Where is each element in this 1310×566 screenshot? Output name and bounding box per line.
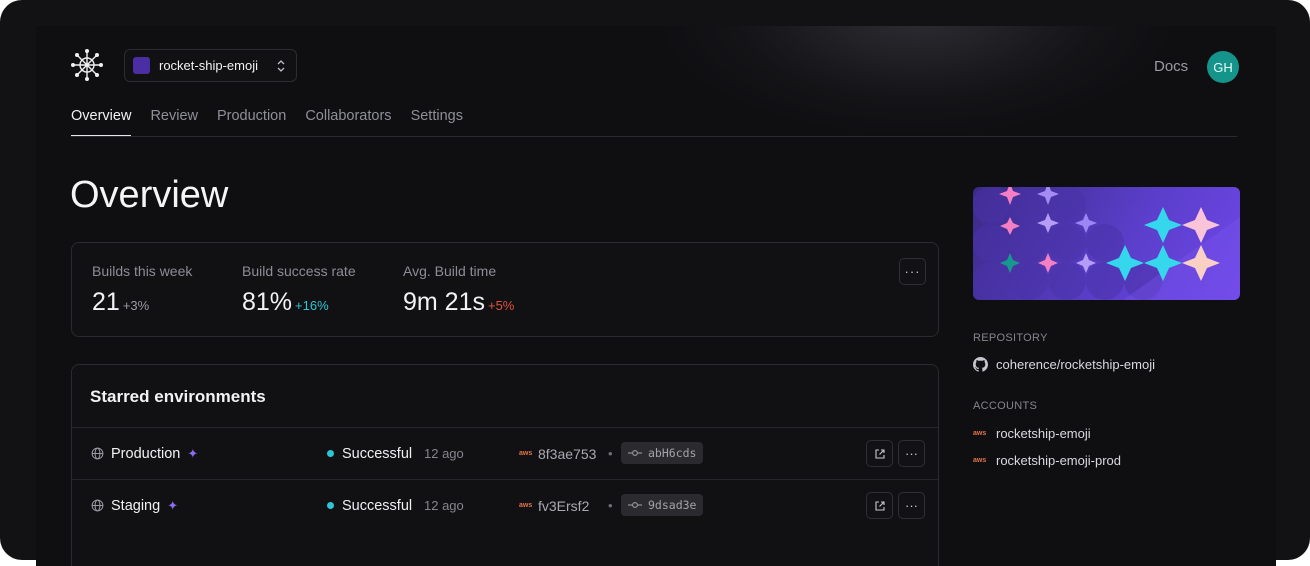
stat-number: 21 bbox=[92, 288, 120, 316]
repository-label: REPOSITORY bbox=[973, 332, 1048, 344]
environment-name-text: Staging bbox=[111, 497, 161, 514]
commit-id[interactable]: fv3Ersf2 bbox=[538, 480, 589, 531]
project-color-swatch bbox=[133, 57, 150, 74]
app-screen: rocket-ship-emoji Docs GH Overview Revie… bbox=[36, 26, 1276, 566]
tab-overview[interactable]: Overview bbox=[71, 108, 132, 136]
stat-label: Builds this week bbox=[92, 263, 193, 279]
stat-value: 81% +16% bbox=[242, 288, 356, 317]
stat-delta: +16% bbox=[295, 298, 329, 313]
tab-production[interactable]: Production bbox=[217, 108, 286, 136]
aws-icon: aws bbox=[973, 430, 987, 437]
aws-icon: aws bbox=[519, 502, 533, 509]
environment-name[interactable]: Production ✦ bbox=[111, 428, 198, 479]
stat-delta: +5% bbox=[487, 298, 515, 313]
commit-id[interactable]: 8f3ae753 bbox=[538, 428, 596, 479]
more-icon: ··· bbox=[905, 498, 918, 513]
status-dot bbox=[327, 428, 334, 479]
globe-icon bbox=[91, 428, 105, 479]
aws-icon: aws bbox=[973, 457, 987, 464]
stat-builds-this-week: Builds this week 21 +3% bbox=[92, 263, 192, 317]
aws-icon: aws bbox=[519, 450, 533, 457]
time-ago: 12 ago bbox=[424, 498, 464, 513]
external-link-button[interactable] bbox=[866, 492, 893, 519]
globe-icon bbox=[91, 480, 105, 531]
repository-name: coherence/rocketship-emoji bbox=[996, 357, 1155, 372]
more-icon: ··· bbox=[904, 264, 921, 279]
project-banner-image bbox=[973, 187, 1240, 300]
stat-avg-build-time: Avg. Build time 9m 21s +5% bbox=[403, 263, 514, 317]
account-name: rocketship-emoji bbox=[996, 426, 1091, 441]
stat-delta: +3% bbox=[122, 298, 150, 313]
tab-review[interactable]: Review bbox=[150, 108, 198, 136]
stat-number: 9m 21s bbox=[403, 288, 485, 316]
repository-link[interactable]: coherence/rocketship-emoji bbox=[973, 357, 1155, 372]
commit-hash-chip[interactable]: 9dsad3e bbox=[621, 494, 704, 516]
more-icon: ··· bbox=[905, 446, 918, 461]
account-name: rocketship-emoji-prod bbox=[996, 453, 1121, 468]
separator: • bbox=[608, 446, 613, 461]
tab-collaborators[interactable]: Collaborators bbox=[305, 108, 391, 136]
environment-name[interactable]: Staging ✦ bbox=[111, 480, 178, 531]
stats-card: Builds this week 21 +3% Build success rat… bbox=[71, 242, 939, 337]
chevron-updown-icon bbox=[277, 59, 285, 72]
tab-settings[interactable]: Settings bbox=[411, 108, 463, 136]
stat-label: Build success rate bbox=[242, 263, 356, 279]
page-title: Overview bbox=[70, 174, 229, 216]
sparkle-icon: ✦ bbox=[167, 497, 179, 513]
tab-bar: Overview Review Production Collaborators… bbox=[71, 108, 463, 136]
external-link-icon bbox=[874, 448, 885, 459]
stat-number: 81% bbox=[242, 288, 293, 316]
external-link-button[interactable] bbox=[866, 440, 893, 467]
time-ago: 12 ago bbox=[424, 446, 464, 461]
starred-environments-title: Starred environments bbox=[90, 387, 266, 406]
commit-icon bbox=[628, 501, 642, 509]
stats-more-button[interactable]: ··· bbox=[899, 258, 926, 285]
avatar[interactable]: GH bbox=[1207, 51, 1239, 83]
commit-hash: 9dsad3e bbox=[648, 498, 697, 512]
row-more-button[interactable]: ··· bbox=[898, 440, 925, 467]
project-name: rocket-ship-emoji bbox=[159, 58, 258, 73]
environment-name-text: Production bbox=[111, 445, 181, 462]
status-text: Successful bbox=[342, 445, 413, 462]
device-frame: rocket-ship-emoji Docs GH Overview Revie… bbox=[0, 0, 1310, 566]
environment-row[interactable]: Staging ✦ Successful 12 ago aws fv3Ersf2 … bbox=[72, 479, 938, 531]
stat-value: 9m 21s +5% bbox=[403, 288, 514, 317]
starred-environments-card: Starred environments Production ✦ Success… bbox=[71, 364, 939, 566]
github-icon bbox=[973, 357, 988, 372]
external-link-icon bbox=[874, 500, 885, 511]
docs-link[interactable]: Docs bbox=[1154, 58, 1188, 75]
status-dot bbox=[327, 480, 334, 531]
commit-hash: abH6cds bbox=[648, 446, 697, 460]
commit-icon bbox=[628, 449, 642, 457]
status-text: Successful bbox=[342, 497, 413, 514]
stat-label: Avg. Build time bbox=[403, 263, 497, 279]
accounts-label: ACCOUNTS bbox=[973, 400, 1038, 412]
project-selector[interactable]: rocket-ship-emoji bbox=[124, 49, 297, 82]
stat-build-success-rate: Build success rate 81% +16% bbox=[242, 263, 356, 317]
sparkle-icon: ✦ bbox=[187, 445, 199, 461]
account-item[interactable]: aws rocketship-emoji bbox=[973, 426, 1091, 441]
commit-hash-chip[interactable]: abH6cds bbox=[621, 442, 704, 464]
sparkles-illustration bbox=[973, 187, 1240, 300]
environment-row[interactable]: Production ✦ Successful 12 ago aws 8f3ae7… bbox=[72, 427, 938, 479]
logo-icon[interactable] bbox=[70, 48, 104, 82]
account-item[interactable]: aws rocketship-emoji-prod bbox=[973, 453, 1121, 468]
separator: • bbox=[608, 498, 613, 513]
row-more-button[interactable]: ··· bbox=[898, 492, 925, 519]
stat-value: 21 +3% bbox=[92, 288, 192, 317]
tabs-divider bbox=[71, 136, 1237, 137]
